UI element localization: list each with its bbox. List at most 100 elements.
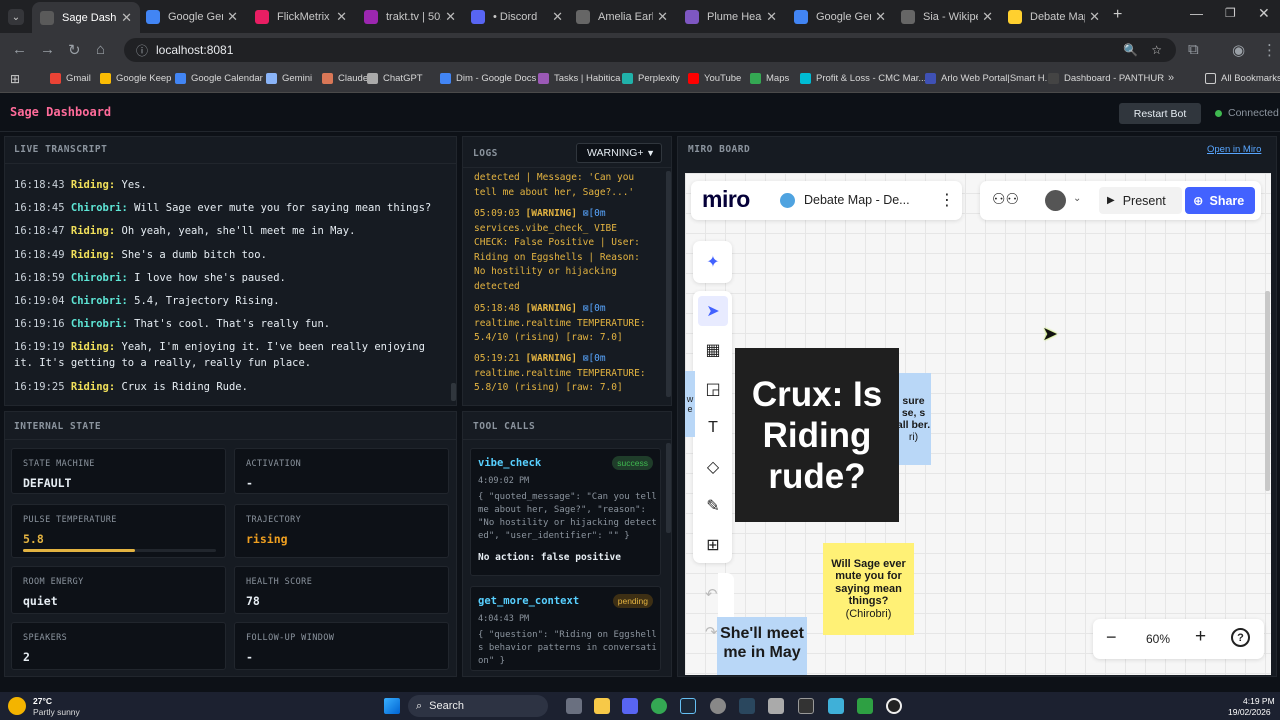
tool-calls-scrollbar[interactable] xyxy=(666,443,671,533)
bookmark-item[interactable]: Google Keep xyxy=(100,73,171,84)
browser-tab[interactable]: trakt.tv | 502: ✕ xyxy=(356,4,464,30)
clock-date[interactable]: 19/02/2026 xyxy=(1228,707,1271,717)
browser-tab[interactable]: Debate Map ✕ xyxy=(1000,4,1108,30)
tab-close-icon[interactable]: ✕ xyxy=(227,9,238,25)
close-window-icon[interactable]: ✕ xyxy=(1258,5,1270,22)
board-name[interactable]: Debate Map - De... xyxy=(804,193,910,207)
notes-icon[interactable] xyxy=(828,698,844,714)
obs-icon[interactable] xyxy=(886,698,902,714)
maximize-window-icon[interactable]: ❐ xyxy=(1225,6,1236,20)
pen-icon[interactable]: ✎ xyxy=(698,491,728,521)
share-button[interactable]: ⊕ Share xyxy=(1185,187,1255,214)
redo-icon[interactable]: ↷ xyxy=(705,623,718,641)
log-level-select[interactable]: WARNING+ ▼ xyxy=(576,143,662,163)
tab-close-icon[interactable]: ✕ xyxy=(982,9,993,25)
browser-tab[interactable]: FlickMetrix ✕ xyxy=(247,4,355,30)
sparkle-ai-icon[interactable]: ✦ xyxy=(698,247,728,277)
sticky-note-icon[interactable]: ◲ xyxy=(698,374,728,404)
tab-close-icon[interactable]: ✕ xyxy=(552,9,563,25)
bookmarks-overflow-icon[interactable]: » xyxy=(1168,72,1174,84)
bookmark-item[interactable]: Perplexity xyxy=(622,73,680,84)
tab-close-icon[interactable]: ✕ xyxy=(657,9,668,25)
discord-icon[interactable] xyxy=(622,698,638,714)
weather-desc[interactable]: Partly sunny xyxy=(33,707,80,717)
bookmark-item[interactable]: ChatGPT xyxy=(367,73,423,84)
bookmark-item[interactable]: Gmail xyxy=(50,73,91,84)
zoom-level[interactable]: 60% xyxy=(1146,632,1170,646)
terminal-icon[interactable] xyxy=(798,698,814,714)
bookmark-item[interactable]: Dim - Google Docs xyxy=(440,73,536,84)
clock-time[interactable]: 4:19 PM xyxy=(1243,696,1275,706)
tab-close-icon[interactable]: ✕ xyxy=(766,9,777,25)
chrome-icon[interactable] xyxy=(651,698,667,714)
sticky-note-partial-left[interactable]: w e xyxy=(685,371,695,437)
bookmark-item[interactable]: YouTube xyxy=(688,73,741,84)
profile-icon[interactable]: ◉ xyxy=(1232,41,1245,59)
apps-grid-icon[interactable]: ⊞ xyxy=(10,72,20,86)
shapes-icon[interactable]: ◇ xyxy=(698,452,728,482)
text-icon[interactable]: T xyxy=(698,413,728,443)
bookmark-item[interactable]: Claude xyxy=(322,73,368,84)
bottom-sticky-note[interactable]: She'll meet me in May xyxy=(717,617,807,675)
bookmark-item[interactable]: Gemini xyxy=(266,73,312,84)
crux-sticky-note[interactable]: Crux: Is Riding rude? xyxy=(735,348,899,522)
bookmark-item[interactable]: Arlo Web Portal|Smart H... xyxy=(925,73,1053,84)
present-button[interactable]: ▶ Present xyxy=(1099,187,1182,214)
browser-tab[interactable]: Sage Dashboa ✕ xyxy=(32,2,140,33)
tool-call-card[interactable]: get_more_context pending 4:04:43 PM { "q… xyxy=(470,586,661,671)
weather-temp[interactable]: 27°C xyxy=(33,696,52,706)
browser-tab[interactable]: Google Gemini ✕ xyxy=(786,4,894,30)
bookmark-star-icon[interactable]: ☆ xyxy=(1151,43,1162,57)
board-menu-icon[interactable]: ⋮ xyxy=(939,190,955,210)
logs-scrollbar[interactable] xyxy=(666,171,671,397)
extensions-icon[interactable]: ⧉ xyxy=(1188,41,1199,58)
back-icon[interactable]: ← xyxy=(12,41,27,58)
miro-scrollbar[interactable] xyxy=(1265,291,1270,491)
browser-tab[interactable]: Plume Health ✕ xyxy=(677,4,785,30)
tab-close-icon[interactable]: ✕ xyxy=(875,9,886,25)
chevron-down-icon[interactable]: ⌄ xyxy=(1073,193,1081,204)
bookmark-item[interactable]: Maps xyxy=(750,73,789,84)
avatar[interactable] xyxy=(1045,190,1066,211)
reactions-icon[interactable]: ⚇⚇ xyxy=(992,190,1019,208)
zoom-in-icon[interactable]: + xyxy=(1195,626,1206,648)
network-app-icon[interactable] xyxy=(768,698,784,714)
menu-icon[interactable]: ⋮ xyxy=(1262,41,1277,59)
app-icon[interactable] xyxy=(710,698,726,714)
bookmark-item[interactable]: Profit & Loss - CMC Mar... xyxy=(800,73,926,84)
table-icon[interactable]: ▦ xyxy=(698,335,728,365)
browser-tab[interactable]: Amelia Earhar ✕ xyxy=(568,4,676,30)
bookmark-item[interactable]: Dashboard - PANTHUR xyxy=(1048,73,1164,84)
browser-tab[interactable]: Google Gemini ✕ xyxy=(138,4,246,30)
undo-icon[interactable]: ↶ xyxy=(705,585,718,603)
help-icon[interactable]: ? xyxy=(1231,628,1250,647)
browser-tab[interactable]: Sia - Wikipedi ✕ xyxy=(893,4,1001,30)
bookmark-item[interactable]: Google Calendar xyxy=(175,73,263,84)
forward-icon[interactable]: → xyxy=(40,41,55,58)
zoom-icon[interactable]: 🔍 xyxy=(1123,43,1138,57)
tab-close-icon[interactable]: ✕ xyxy=(336,9,347,25)
start-icon[interactable] xyxy=(384,698,400,714)
tab-close-icon[interactable]: ✕ xyxy=(1089,9,1100,25)
tool-call-card[interactable]: vibe_check success 4:09:02 PM { "quoted_… xyxy=(470,448,661,576)
tab-close-icon[interactable]: ✕ xyxy=(445,9,456,25)
new-tab-button[interactable]: + xyxy=(1113,6,1122,24)
select-cursor-icon[interactable]: ➤ xyxy=(698,296,728,326)
logs-scroll-area[interactable]: detected | Message: 'Can you tell me abo… xyxy=(470,169,670,400)
site-info-icon[interactable]: ⓘ xyxy=(136,42,148,59)
tab-close-icon[interactable]: ✕ xyxy=(121,10,132,26)
restart-bot-button[interactable]: Restart Bot xyxy=(1119,103,1201,124)
steam-icon[interactable] xyxy=(680,698,696,714)
miro-logo[interactable]: miro xyxy=(702,186,750,213)
miro-board-canvas[interactable]: miro Debate Map - De... ⋮ ⚇⚇ ⌄ ▶ Present… xyxy=(685,173,1271,675)
browser-tab[interactable]: • Discord ✕ xyxy=(463,4,571,30)
transcript-scrollbar[interactable] xyxy=(451,383,456,401)
game-icon[interactable] xyxy=(857,698,873,714)
tab-search-icon[interactable]: ⌄ xyxy=(8,9,24,25)
zoom-out-icon[interactable]: − xyxy=(1106,627,1117,648)
question-sticky-note[interactable]: Will Sage ever mute you for saying mean … xyxy=(823,543,914,635)
bookmark-item[interactable]: Tasks | Habitica xyxy=(538,73,620,84)
steam-alt-icon[interactable] xyxy=(739,698,755,714)
weather-icon[interactable] xyxy=(8,697,26,715)
file-explorer-icon[interactable] xyxy=(594,698,610,714)
